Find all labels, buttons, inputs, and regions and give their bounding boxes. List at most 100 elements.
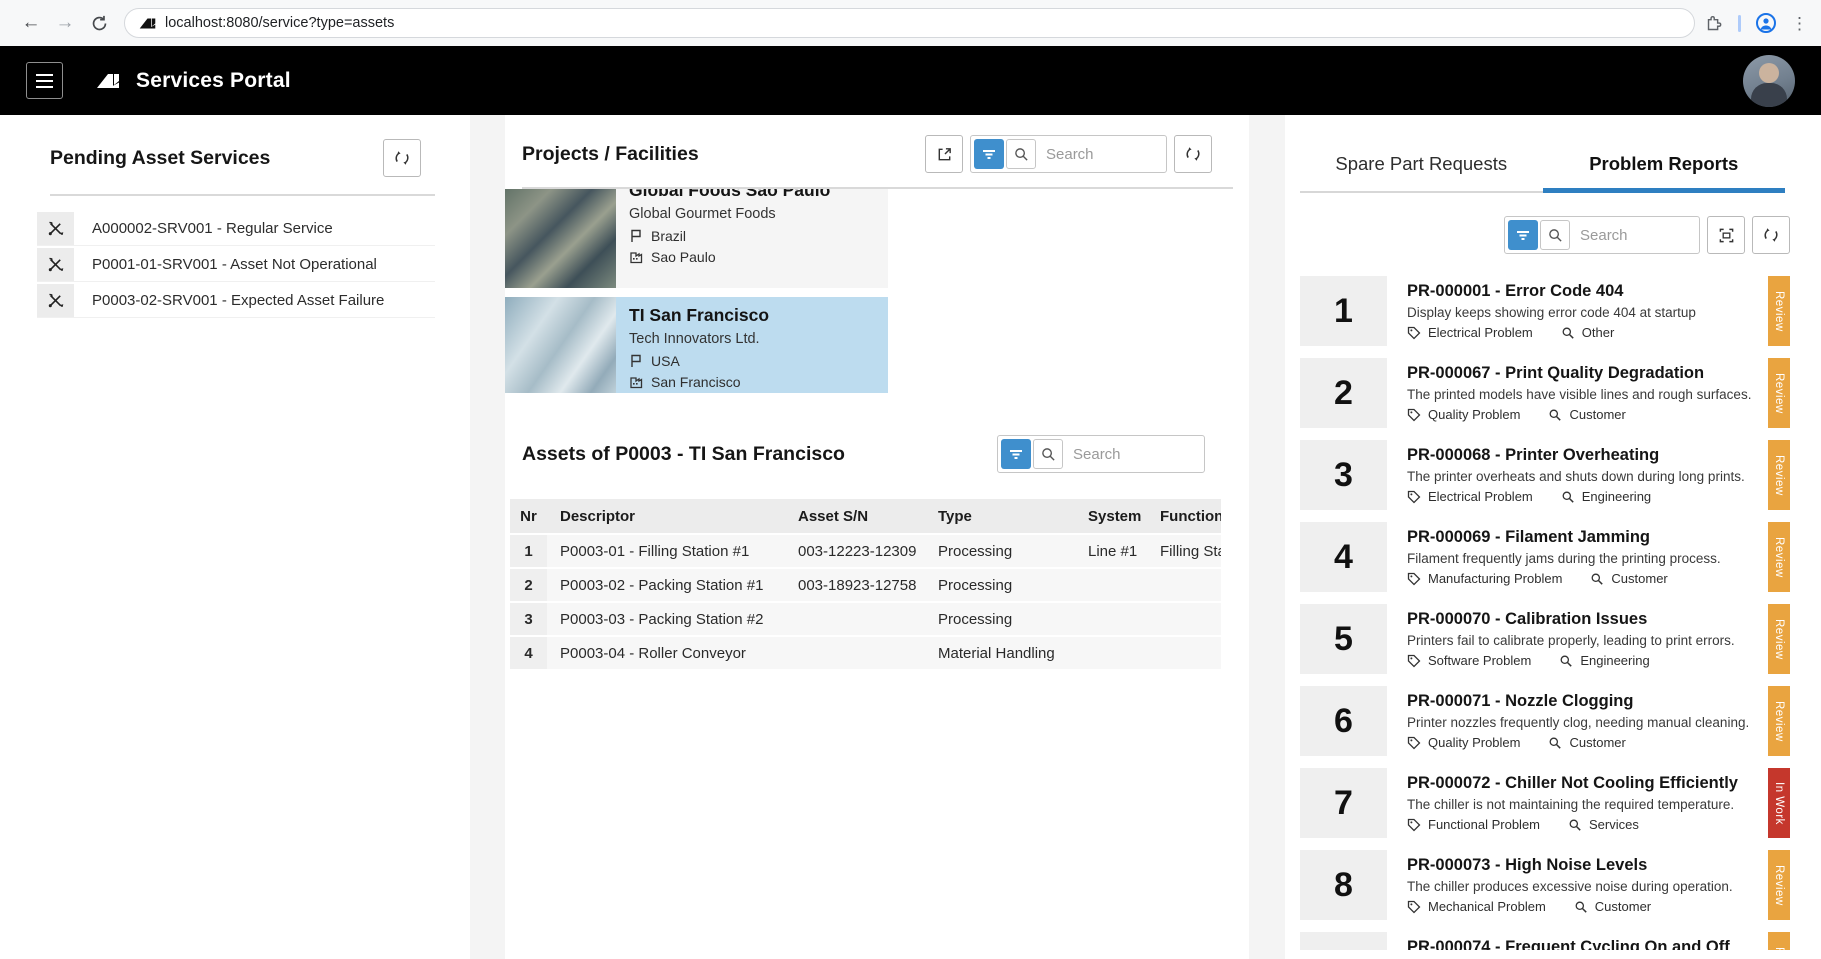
problem-report-item[interactable]: 5 PR-000070 - Calibration Issues Printer… [1300, 604, 1790, 674]
report-number: 1 [1300, 276, 1387, 346]
address-bar[interactable]: localhost:8080/service?type=assets [124, 8, 1695, 38]
browser-menu-icon[interactable]: ⋮ [1791, 21, 1805, 26]
cell-nr: 1 [510, 533, 547, 567]
detection-magnifier-icon [1548, 408, 1562, 422]
facility-name: Global Foods Sao Paulo [629, 189, 878, 201]
report-number: 2 [1300, 358, 1387, 428]
problem-report-item[interactable]: 6 PR-000071 - Nozzle Clogging Printer no… [1300, 686, 1790, 756]
refresh-facilities-button[interactable] [1174, 135, 1212, 173]
col-function: Function [1147, 499, 1221, 533]
status-badge: In Work [1768, 768, 1790, 838]
facility-company: Tech Innovators Ltd. [629, 331, 878, 347]
problem-report-item[interactable]: 1 PR-000001 - Error Code 404 Display kee… [1300, 276, 1790, 346]
user-avatar[interactable] [1743, 55, 1795, 107]
tools-icon [37, 248, 74, 281]
search-icon[interactable] [1540, 220, 1570, 250]
extensions-icon[interactable] [1705, 14, 1724, 33]
tag-icon [1407, 900, 1421, 914]
cell-descriptor: P0003-04 - Roller Conveyor [547, 635, 785, 669]
report-number: 8 [1300, 850, 1387, 920]
service-list-item[interactable]: A000002-SRV001 - Regular Service [37, 212, 435, 246]
report-meta: Functional Problem Services [1407, 817, 1758, 832]
tag-icon [1407, 408, 1421, 422]
tag-icon [1407, 654, 1421, 668]
tab-spare-part-requests[interactable]: Spare Part Requests [1300, 135, 1543, 191]
back-icon[interactable]: ← [14, 6, 48, 40]
problem-report-item[interactable]: 4 PR-000069 - Filament Jamming Filament … [1300, 522, 1790, 592]
report-number: 4 [1300, 522, 1387, 592]
detection-magnifier-icon [1568, 818, 1582, 832]
projects-title: Projects / Facilities [522, 143, 918, 166]
factory-icon [629, 375, 643, 389]
app-header: Services Portal [0, 46, 1821, 115]
tab-bar: Spare Part Requests Problem Reports [1300, 135, 1785, 193]
table-row[interactable]: 3 P0003-03 - Packing Station #2 Processi… [510, 601, 1221, 635]
assets-search-group [997, 435, 1205, 473]
flag-icon [629, 229, 643, 243]
report-category: Quality Problem [1428, 407, 1520, 422]
filter-icon[interactable] [1001, 439, 1031, 469]
service-list-item[interactable]: P0003-02-SRV001 - Expected Asset Failure [37, 284, 435, 318]
report-number: 6 [1300, 686, 1387, 756]
problem-report-item[interactable]: 2 PR-000067 - Print Quality Degradation … [1300, 358, 1790, 428]
facility-photo [505, 189, 616, 288]
tag-icon [1407, 818, 1421, 832]
facility-list: Global Foods Sao Paulo Global Gourmet Fo… [505, 189, 1249, 393]
tools-icon [37, 212, 74, 245]
search-icon[interactable] [1006, 139, 1036, 169]
report-number: 3 [1300, 440, 1387, 510]
filter-icon[interactable] [974, 139, 1004, 169]
report-category: Electrical Problem [1428, 325, 1533, 340]
browser-toolbar: ← → localhost:8080/service?type=assets ⋮ [0, 0, 1821, 46]
table-row[interactable]: 2 P0003-02 - Packing Station #1 003-1892… [510, 567, 1221, 601]
tag-icon [1407, 490, 1421, 504]
service-list-item[interactable]: P0001-01-SRV001 - Asset Not Operational [37, 248, 435, 282]
service-label: P0003-02-SRV001 - Expected Asset Failure [74, 284, 435, 317]
status-badge: Review [1768, 440, 1790, 510]
report-audience: Customer [1595, 899, 1651, 914]
problem-report-item[interactable]: 8 PR-000073 - High Noise Levels The chil… [1300, 850, 1790, 920]
facility-card-selected[interactable]: TI San Francisco Tech Innovators Ltd. US… [505, 297, 888, 393]
detection-magnifier-icon [1561, 326, 1575, 340]
report-title: PR-000067 - Print Quality Degradation [1407, 364, 1758, 383]
col-descriptor: Descriptor [547, 499, 785, 533]
pending-services-title: Pending Asset Services [50, 147, 270, 170]
browser-profile-icon[interactable] [1755, 12, 1777, 34]
report-title: PR-000074 - Frequent Cycling On and Off [1407, 938, 1758, 950]
refresh-services-button[interactable] [383, 139, 421, 177]
facility-search-group [970, 135, 1167, 173]
status-badge: Review [1768, 604, 1790, 674]
app-title: Services Portal [136, 69, 291, 93]
report-audience: Engineering [1580, 653, 1649, 668]
cell-type: Processing [925, 601, 1075, 635]
report-title: PR-000068 - Printer Overheating [1407, 446, 1758, 465]
flag-icon [629, 354, 643, 368]
forward-icon[interactable]: → [48, 6, 82, 40]
table-row[interactable]: 1 P0003-01 - Filling Station #1 003-1222… [510, 533, 1221, 567]
table-row[interactable]: 4 P0003-04 - Roller Conveyor Material Ha… [510, 635, 1221, 669]
refresh-reports-button[interactable] [1752, 216, 1790, 254]
assets-search-input[interactable] [1063, 446, 1193, 463]
hamburger-menu-button[interactable] [26, 62, 63, 99]
facility-search-input[interactable] [1036, 146, 1156, 163]
problem-report-item[interactable]: 9 PR-000074 - Frequent Cycling On and Of… [1300, 932, 1790, 950]
open-in-new-button[interactable] [925, 135, 963, 173]
brand-logo-icon [93, 69, 123, 93]
report-title: PR-000070 - Calibration Issues [1407, 610, 1758, 629]
cell-nr: 4 [510, 635, 547, 669]
filter-icon[interactable] [1508, 220, 1538, 250]
reports-search-input[interactable] [1570, 227, 1695, 244]
report-meta: Software Problem Engineering [1407, 653, 1758, 668]
reload-icon[interactable] [82, 6, 116, 40]
problem-report-item[interactable]: 7 PR-000072 - Chiller Not Cooling Effici… [1300, 768, 1790, 838]
cell-system [1075, 601, 1147, 635]
report-meta: Manufacturing Problem Customer [1407, 571, 1758, 586]
facility-card[interactable]: Global Foods Sao Paulo Global Gourmet Fo… [505, 189, 888, 288]
tab-problem-reports[interactable]: Problem Reports [1543, 135, 1786, 191]
report-audience: Engineering [1582, 489, 1651, 504]
expand-button[interactable] [1707, 216, 1745, 254]
tag-icon [1407, 736, 1421, 750]
search-icon[interactable] [1033, 439, 1063, 469]
problem-report-item[interactable]: 3 PR-000068 - Printer Overheating The pr… [1300, 440, 1790, 510]
cell-descriptor: P0003-02 - Packing Station #1 [547, 567, 785, 601]
